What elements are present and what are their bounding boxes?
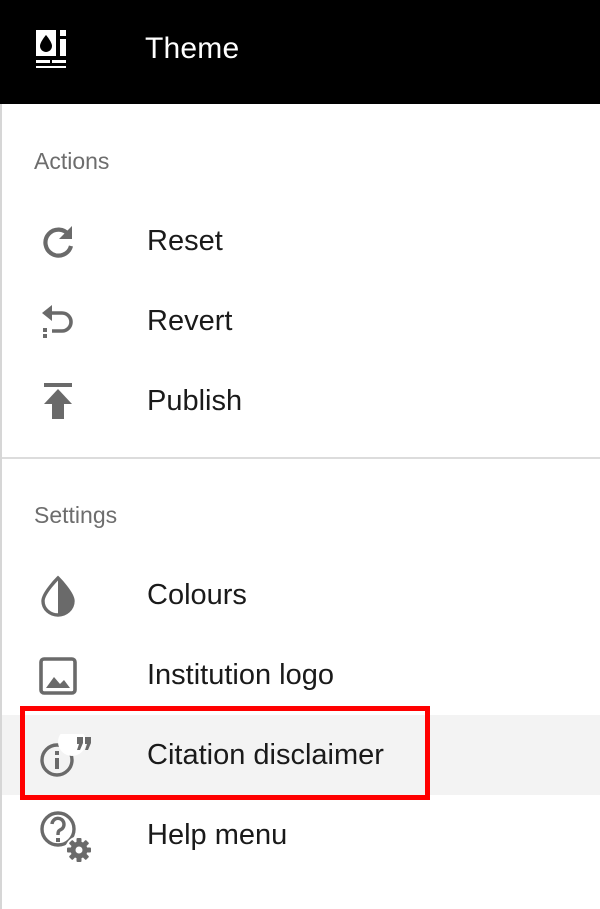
menu-item-colours[interactable]: Colours — [2, 555, 600, 635]
refresh-icon — [36, 220, 80, 264]
menu-item-institution-logo[interactable]: Institution logo — [2, 635, 600, 715]
undo-icon — [36, 300, 80, 344]
menu-item-label: Institution logo — [147, 659, 335, 691]
section-divider — [2, 457, 600, 459]
section-label-actions: Actions — [34, 148, 110, 174]
menu-item-label: Colours — [147, 579, 247, 611]
publish-icon — [36, 380, 80, 424]
menu-item-label: Help menu — [147, 819, 288, 851]
contrast-icon — [36, 574, 80, 618]
section-label-settings: Settings — [34, 502, 118, 528]
menu-item-revert[interactable]: Revert — [2, 281, 600, 361]
image-icon — [36, 654, 80, 698]
menu-item-help-menu[interactable]: Help menu — [2, 795, 600, 875]
menu-item-label: Revert — [147, 305, 233, 337]
menu-item-reset[interactable]: Reset — [2, 201, 600, 281]
help-settings-icon — [36, 807, 96, 867]
app-header: Theme — [0, 0, 600, 104]
header-title: Theme — [145, 32, 240, 65]
menu-item-label: Reset — [147, 225, 223, 257]
highlight-annotation-box — [20, 706, 430, 800]
menu-item-label: Publish — [147, 385, 243, 417]
theme-logo-icon — [34, 30, 78, 70]
menu-item-publish[interactable]: Publish — [2, 361, 600, 441]
